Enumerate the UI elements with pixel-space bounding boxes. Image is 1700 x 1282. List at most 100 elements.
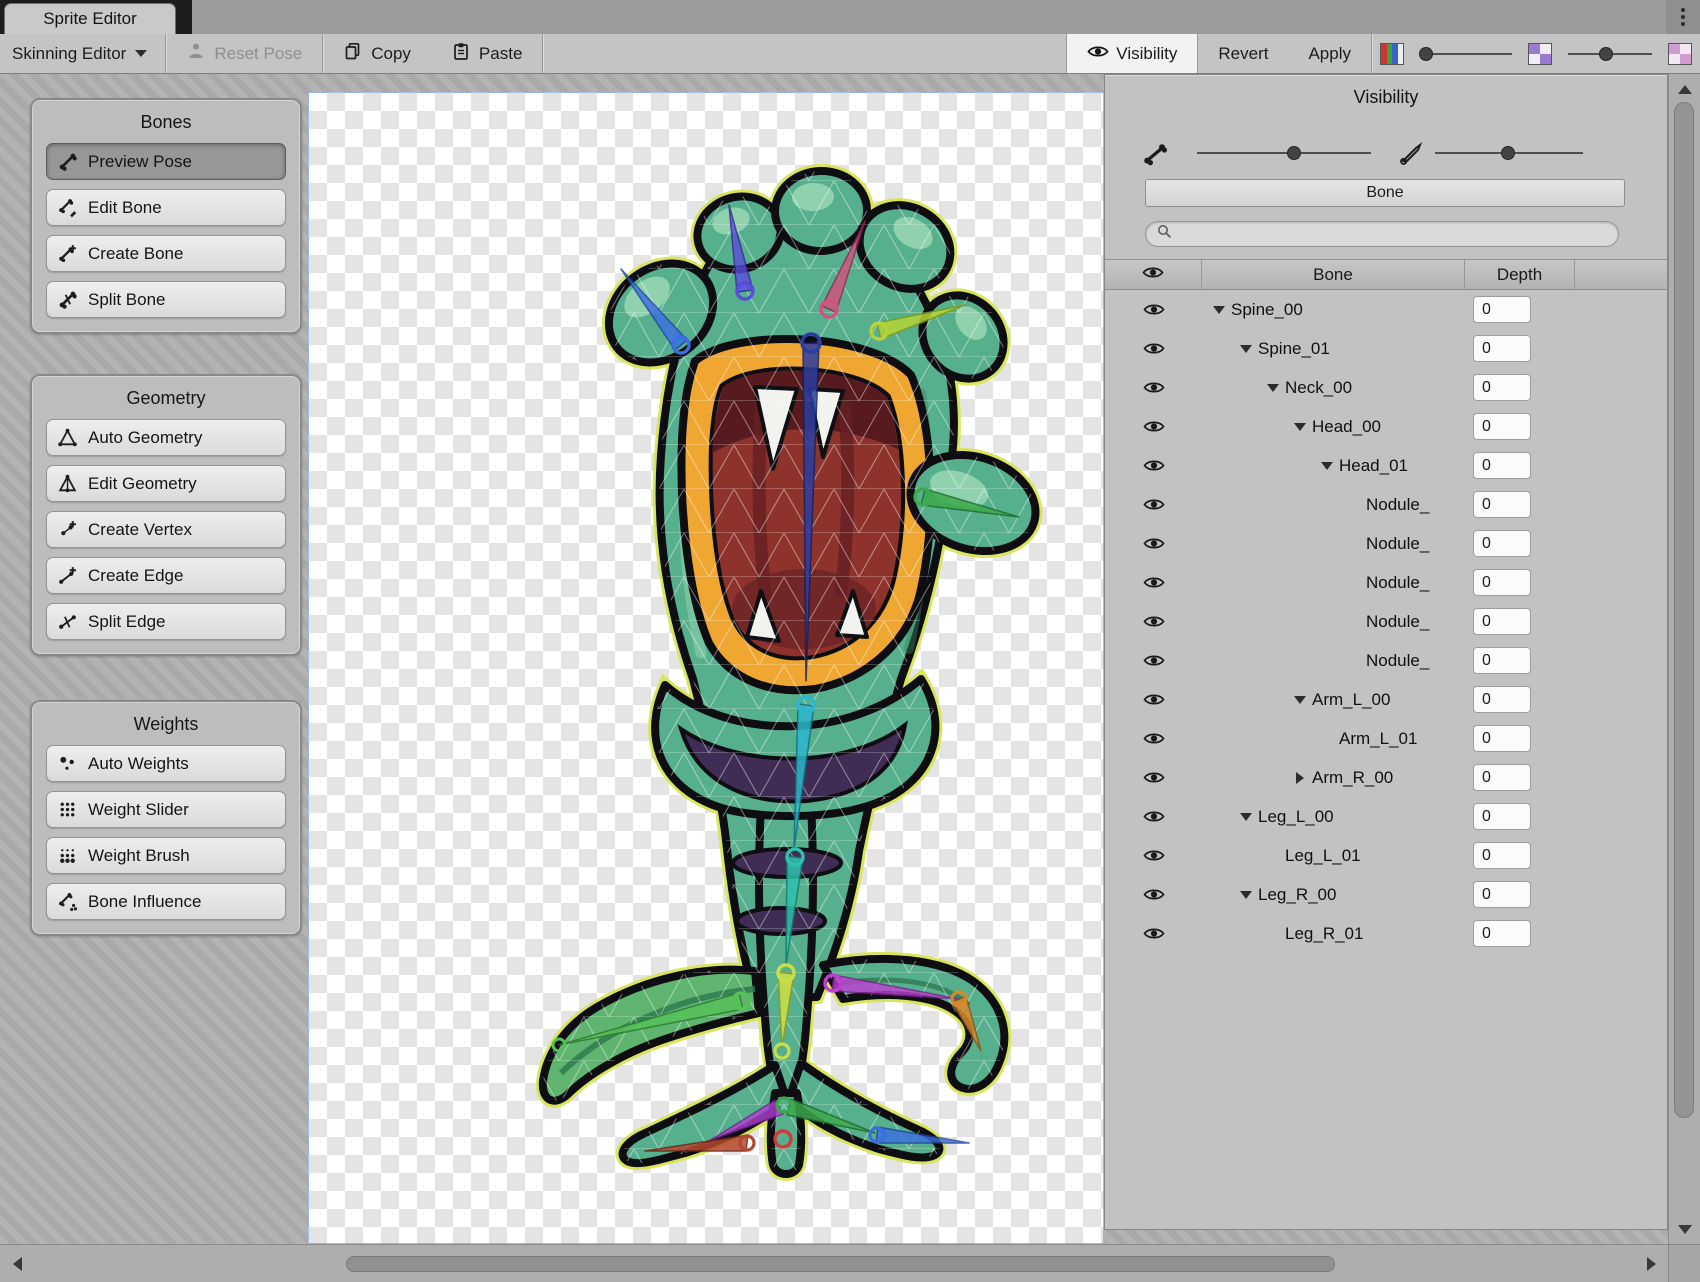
- scroll-up-arrow[interactable]: [1669, 76, 1700, 102]
- slider-knob[interactable]: [1599, 47, 1613, 61]
- horizontal-scrollbar-thumb[interactable]: [346, 1256, 1335, 1272]
- bone-row-nodule-7[interactable]: Nodule_: [1105, 563, 1667, 602]
- eye-toggle[interactable]: [1105, 809, 1202, 824]
- depth-input[interactable]: [1473, 881, 1531, 908]
- bone-row-nodule-5[interactable]: Nodule_: [1105, 485, 1667, 524]
- eye-toggle[interactable]: [1105, 302, 1202, 317]
- depth-input[interactable]: [1473, 842, 1531, 869]
- tool-create-vertex-button[interactable]: Create Vertex: [46, 511, 286, 548]
- sprite-opacity-slider[interactable]: [1420, 43, 1512, 65]
- eye-toggle[interactable]: [1105, 770, 1202, 785]
- eye-toggle[interactable]: [1105, 692, 1202, 707]
- depth-input[interactable]: [1473, 764, 1531, 791]
- depth-input[interactable]: [1473, 452, 1531, 479]
- tool-preview-pose-button[interactable]: Preview Pose: [46, 143, 286, 180]
- bone-row-arm_l_01-11[interactable]: Arm_L_01: [1105, 719, 1667, 758]
- tool-create-bone-button[interactable]: Create Bone: [46, 235, 286, 272]
- chevron-down-icon[interactable]: [1210, 301, 1228, 319]
- visibility-toggle[interactable]: Visibility: [1066, 34, 1198, 73]
- bone-row-head_01-4[interactable]: Head_01: [1105, 446, 1667, 485]
- bone-tab[interactable]: Bone: [1145, 179, 1625, 207]
- bone-row-nodule-9[interactable]: Nodule_: [1105, 641, 1667, 680]
- color-swatch-icon[interactable]: [1380, 43, 1404, 65]
- chevron-down-icon[interactable]: [1237, 808, 1255, 826]
- tool-weight-brush-button[interactable]: Weight Brush: [46, 837, 286, 874]
- bone-row-leg_r_00-15[interactable]: Leg_R_00: [1105, 875, 1667, 914]
- eye-toggle[interactable]: [1105, 731, 1202, 746]
- chevron-down-icon[interactable]: [1318, 457, 1336, 475]
- eye-toggle[interactable]: [1105, 419, 1202, 434]
- depth-input[interactable]: [1473, 725, 1531, 752]
- vertical-scrollbar-thumb[interactable]: [1674, 102, 1694, 1118]
- bone-row-arm_l_00-10[interactable]: Arm_L_00: [1105, 680, 1667, 719]
- horizontal-scrollbar[interactable]: [0, 1244, 1668, 1282]
- vertical-scrollbar[interactable]: [1668, 74, 1700, 1244]
- tool-create-edge-button[interactable]: Create Edge: [46, 557, 286, 594]
- eye-toggle[interactable]: [1105, 653, 1202, 668]
- bone-search-field[interactable]: [1145, 221, 1619, 247]
- tool-weight-slider-button[interactable]: Weight Slider: [46, 791, 286, 828]
- eye-toggle[interactable]: [1105, 497, 1202, 512]
- depth-column-header[interactable]: Depth: [1465, 260, 1575, 289]
- depth-input[interactable]: [1473, 920, 1531, 947]
- bone-row-nodule-6[interactable]: Nodule_: [1105, 524, 1667, 563]
- slider-knob[interactable]: [1501, 146, 1515, 160]
- sprite-canvas[interactable]: [308, 92, 1104, 1244]
- chevron-down-icon[interactable]: [1237, 340, 1255, 358]
- bone-row-arm_r_00-12[interactable]: Arm_R_00: [1105, 758, 1667, 797]
- scroll-right-arrow[interactable]: [1636, 1245, 1666, 1282]
- tool-edit-geometry-button[interactable]: Edit Geometry: [46, 465, 286, 502]
- bone-column-header[interactable]: Bone: [1202, 260, 1465, 289]
- apply-button[interactable]: Apply: [1288, 34, 1371, 73]
- kebab-menu-icon[interactable]: [1666, 0, 1700, 34]
- bone-row-leg_r_01-16[interactable]: Leg_R_01: [1105, 914, 1667, 953]
- visibility-column-header[interactable]: [1105, 260, 1202, 289]
- chevron-down-icon[interactable]: [1237, 886, 1255, 904]
- bone-row-nodule-8[interactable]: Nodule_: [1105, 602, 1667, 641]
- tool-edit-bone-button[interactable]: Edit Bone: [46, 189, 286, 226]
- scroll-left-arrow[interactable]: [2, 1245, 32, 1282]
- tool-auto-geometry-button[interactable]: Auto Geometry: [46, 419, 286, 456]
- depth-input[interactable]: [1473, 335, 1531, 362]
- depth-input[interactable]: [1473, 296, 1531, 323]
- eye-toggle[interactable]: [1105, 380, 1202, 395]
- tool-bone-influence-button[interactable]: Bone Influence: [46, 883, 286, 920]
- revert-button[interactable]: Revert: [1198, 34, 1288, 73]
- eye-toggle[interactable]: [1105, 887, 1202, 902]
- search-input[interactable]: [1179, 226, 1607, 243]
- depth-input[interactable]: [1473, 569, 1531, 596]
- chevron-down-icon[interactable]: [1291, 418, 1309, 436]
- bone-row-neck_00-2[interactable]: Neck_00: [1105, 368, 1667, 407]
- depth-input[interactable]: [1473, 530, 1531, 557]
- bone-row-spine_01-1[interactable]: Spine_01: [1105, 329, 1667, 368]
- depth-input[interactable]: [1473, 647, 1531, 674]
- eye-toggle[interactable]: [1105, 575, 1202, 590]
- copy-button[interactable]: Copy: [323, 34, 431, 73]
- scroll-down-arrow[interactable]: [1669, 1216, 1700, 1242]
- bone-row-spine_00-0[interactable]: Spine_00: [1105, 290, 1667, 329]
- reset-pose-button[interactable]: Reset Pose: [166, 34, 322, 73]
- depth-input[interactable]: [1473, 413, 1531, 440]
- bone-row-leg_l_01-14[interactable]: Leg_L_01: [1105, 836, 1667, 875]
- eye-toggle[interactable]: [1105, 926, 1202, 941]
- depth-input[interactable]: [1473, 608, 1531, 635]
- tab-sprite-editor[interactable]: Sprite Editor: [4, 3, 176, 34]
- bone-row-head_00-3[interactable]: Head_00: [1105, 407, 1667, 446]
- bone-opacity-toolbar-slider[interactable]: [1568, 43, 1652, 65]
- chevron-down-icon[interactable]: [1291, 691, 1309, 709]
- depth-input[interactable]: [1473, 491, 1531, 518]
- paste-button[interactable]: Paste: [431, 34, 542, 73]
- gradient-swatch-icon[interactable]: [1528, 43, 1552, 65]
- depth-input[interactable]: [1473, 803, 1531, 830]
- texture-swatch-icon[interactable]: [1668, 43, 1692, 65]
- depth-input[interactable]: [1473, 686, 1531, 713]
- eye-toggle[interactable]: [1105, 614, 1202, 629]
- tool-split-edge-button[interactable]: Split Edge: [46, 603, 286, 640]
- bone-opacity-slider[interactable]: [1197, 142, 1371, 164]
- chevron-down-icon[interactable]: [1264, 379, 1282, 397]
- editor-mode-dropdown[interactable]: Skinning Editor: [0, 34, 165, 73]
- eye-toggle[interactable]: [1105, 848, 1202, 863]
- eye-toggle[interactable]: [1105, 536, 1202, 551]
- eye-toggle[interactable]: [1105, 458, 1202, 473]
- bone-row-leg_l_00-13[interactable]: Leg_L_00: [1105, 797, 1667, 836]
